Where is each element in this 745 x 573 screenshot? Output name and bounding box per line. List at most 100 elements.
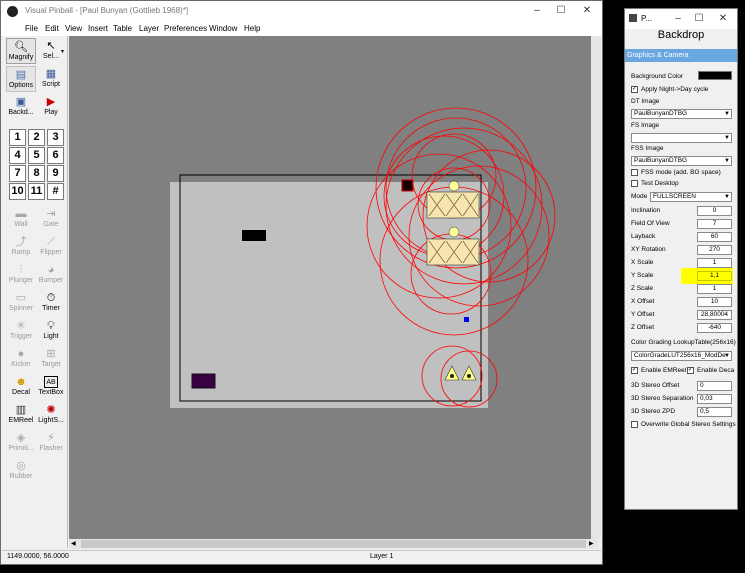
menu-layer[interactable]: Layer	[139, 24, 159, 33]
menu-file[interactable]: File	[25, 24, 38, 33]
chevron-down-icon: ▼	[724, 158, 730, 164]
stereo-separation-input[interactable]: 0,03	[697, 394, 732, 404]
menu-preferences[interactable]: Preferences	[164, 24, 207, 33]
menu-table[interactable]: Table	[113, 24, 132, 33]
layer-5-button[interactable]: 5	[28, 147, 45, 164]
layer-11-button[interactable]: 11	[28, 183, 45, 200]
light-marker	[464, 317, 469, 322]
options-label: Options	[8, 82, 34, 89]
z-offset-input[interactable]: -640	[697, 323, 732, 333]
layer-8-button[interactable]: 8	[28, 165, 45, 182]
menu-bar: File Edit View Insert Table Layer Prefer…	[1, 22, 602, 36]
spinner-tool[interactable]: ▭ Spinner	[6, 290, 36, 316]
menu-help[interactable]: Help	[244, 24, 260, 33]
stereo-offset-input[interactable]: 0	[697, 381, 732, 391]
scroll-left-icon[interactable]: ◀	[71, 540, 76, 547]
rubber-icon: ◎	[16, 460, 26, 472]
target-tool[interactable]: ⊞ Target	[36, 346, 66, 372]
magnify-label: Magnify	[8, 54, 34, 61]
backdrop-view[interactable]	[69, 36, 591, 539]
y-scale-input[interactable]: 1,1	[697, 271, 732, 281]
dt-image-select[interactable]: PaulBunyanDTBG ▼	[631, 109, 732, 119]
gate-tool[interactable]: ⇥ Gate	[36, 206, 66, 232]
select-arrow-icon: ↖	[46, 40, 56, 52]
vertical-scrollbar[interactable]	[591, 36, 601, 539]
scroll-right-icon[interactable]: ▶	[589, 540, 594, 547]
menu-insert[interactable]: Insert	[88, 24, 108, 33]
panel-minimize-button[interactable]: –	[670, 12, 686, 26]
app-icon	[7, 6, 18, 17]
xy-rotation-input[interactable]: 270	[697, 245, 732, 255]
menu-edit[interactable]: Edit	[45, 24, 59, 33]
enable-emreel-checkbox[interactable]: ✓	[631, 367, 638, 374]
inclination-input[interactable]: 0	[697, 206, 732, 216]
options-button[interactable]: ▤ Options	[6, 66, 36, 92]
magnify-button[interactable]: 🔍︎ Magnify	[6, 38, 36, 64]
flipper-tool[interactable]: ⟋ Flipper	[36, 234, 66, 260]
overwrite-stereo-checkbox[interactable]	[631, 421, 638, 428]
bumper-tool[interactable]: ◕ Bumper	[36, 262, 66, 288]
wall-tool[interactable]: ▬ Wall	[6, 206, 36, 232]
background-color-swatch[interactable]	[698, 71, 732, 80]
kicker-tool[interactable]: ● Kicker	[6, 346, 36, 372]
layer-4-button[interactable]: 4	[9, 147, 26, 164]
stereo-zpd-input[interactable]: 0,5	[697, 407, 732, 417]
script-button[interactable]: ▦ Script	[36, 66, 66, 92]
decal-tool[interactable]: ☻ Decal	[6, 374, 36, 400]
menu-view[interactable]: View	[65, 24, 82, 33]
enable-decal-checkbox[interactable]: ✓	[687, 367, 694, 374]
lut-select[interactable]: ColorGradeLUT256x16_ModDe ▼	[631, 351, 732, 361]
panel-maximize-button[interactable]: ☐	[691, 12, 707, 26]
layer-6-button[interactable]: 6	[47, 147, 64, 164]
layer-all-button[interactable]: #	[47, 183, 64, 200]
flasher-tool[interactable]: ⚡︎ Flasher	[36, 430, 66, 456]
layer-10-button[interactable]: 10	[9, 183, 26, 200]
primitive-tool[interactable]: ◈ Primiti...	[6, 430, 36, 456]
fss-mode-checkbox[interactable]	[631, 169, 638, 176]
trigger-tool[interactable]: ✳ Trigger	[6, 318, 36, 344]
graphics-camera-tab[interactable]: Graphics & Camera	[625, 49, 737, 62]
x-offset-input[interactable]: 10	[697, 297, 732, 307]
layer-3-button[interactable]: 3	[47, 129, 64, 146]
horizontal-scroll-thumb[interactable]	[81, 540, 586, 548]
fs-image-select[interactable]: ▼	[631, 133, 732, 143]
apply-day-night-checkbox[interactable]: ✓	[631, 86, 638, 93]
options-icon: ▤	[15, 69, 27, 81]
dt-image-label: DT Image	[631, 98, 660, 105]
light-tool[interactable]: 💡︎ Light	[36, 318, 66, 344]
fs-image-label: FS Image	[631, 122, 660, 129]
wall-icon: ▬	[15, 208, 27, 220]
maximize-button[interactable]: ☐	[553, 4, 569, 18]
backdrop-button[interactable]: ▣ Backd...	[6, 94, 36, 120]
mode-select[interactable]: FULLSCREEN ▼	[650, 192, 732, 202]
plunger-tool[interactable]: ⫶ Plunger	[6, 262, 36, 288]
y-offset-input[interactable]: 28,80004	[697, 310, 732, 320]
inclination-label: Inclination	[631, 207, 661, 214]
minimize-button[interactable]: –	[529, 4, 545, 18]
field-of-view-input[interactable]: 7	[697, 219, 732, 229]
textbox-tool[interactable]: AB TextBox	[36, 374, 66, 400]
lightsequencer-tool[interactable]: ✺ LightS...	[36, 402, 66, 428]
panel-close-button[interactable]: ✕	[715, 12, 731, 26]
z-scale-input[interactable]: 1	[697, 284, 732, 294]
x-scale-input[interactable]: 1	[697, 258, 732, 268]
emreel-tool[interactable]: ▥ EMReel	[6, 402, 36, 428]
close-button[interactable]: ✕	[579, 4, 595, 18]
layer-9-button[interactable]: 9	[47, 165, 64, 182]
timer-tool[interactable]: ⏱ Timer	[36, 290, 66, 316]
play-button[interactable]: ▶ Play	[36, 94, 66, 120]
horizontal-scrollbar[interactable]: ◀ ▶	[69, 539, 599, 549]
layer-7-button[interactable]: 7	[9, 165, 26, 182]
layer-2-button[interactable]: 2	[28, 129, 45, 146]
ramp-tool[interactable]: ⤴ Ramp	[6, 234, 36, 260]
field-of-view-label: Field Of View	[631, 220, 670, 227]
editor-canvas[interactable]	[69, 36, 599, 539]
ramp-icon: ⤴	[15, 236, 27, 248]
menu-window[interactable]: Window	[209, 24, 237, 33]
select-dropdown-icon[interactable]: ▾	[61, 48, 64, 55]
rubber-tool[interactable]: ◎ Rubber	[6, 458, 36, 484]
layer-1-button[interactable]: 1	[9, 129, 26, 146]
fss-image-select[interactable]: PaulBunyanDTBG ▼	[631, 156, 732, 166]
layback-input[interactable]: 60	[697, 232, 732, 242]
test-desktop-checkbox[interactable]	[631, 180, 638, 187]
